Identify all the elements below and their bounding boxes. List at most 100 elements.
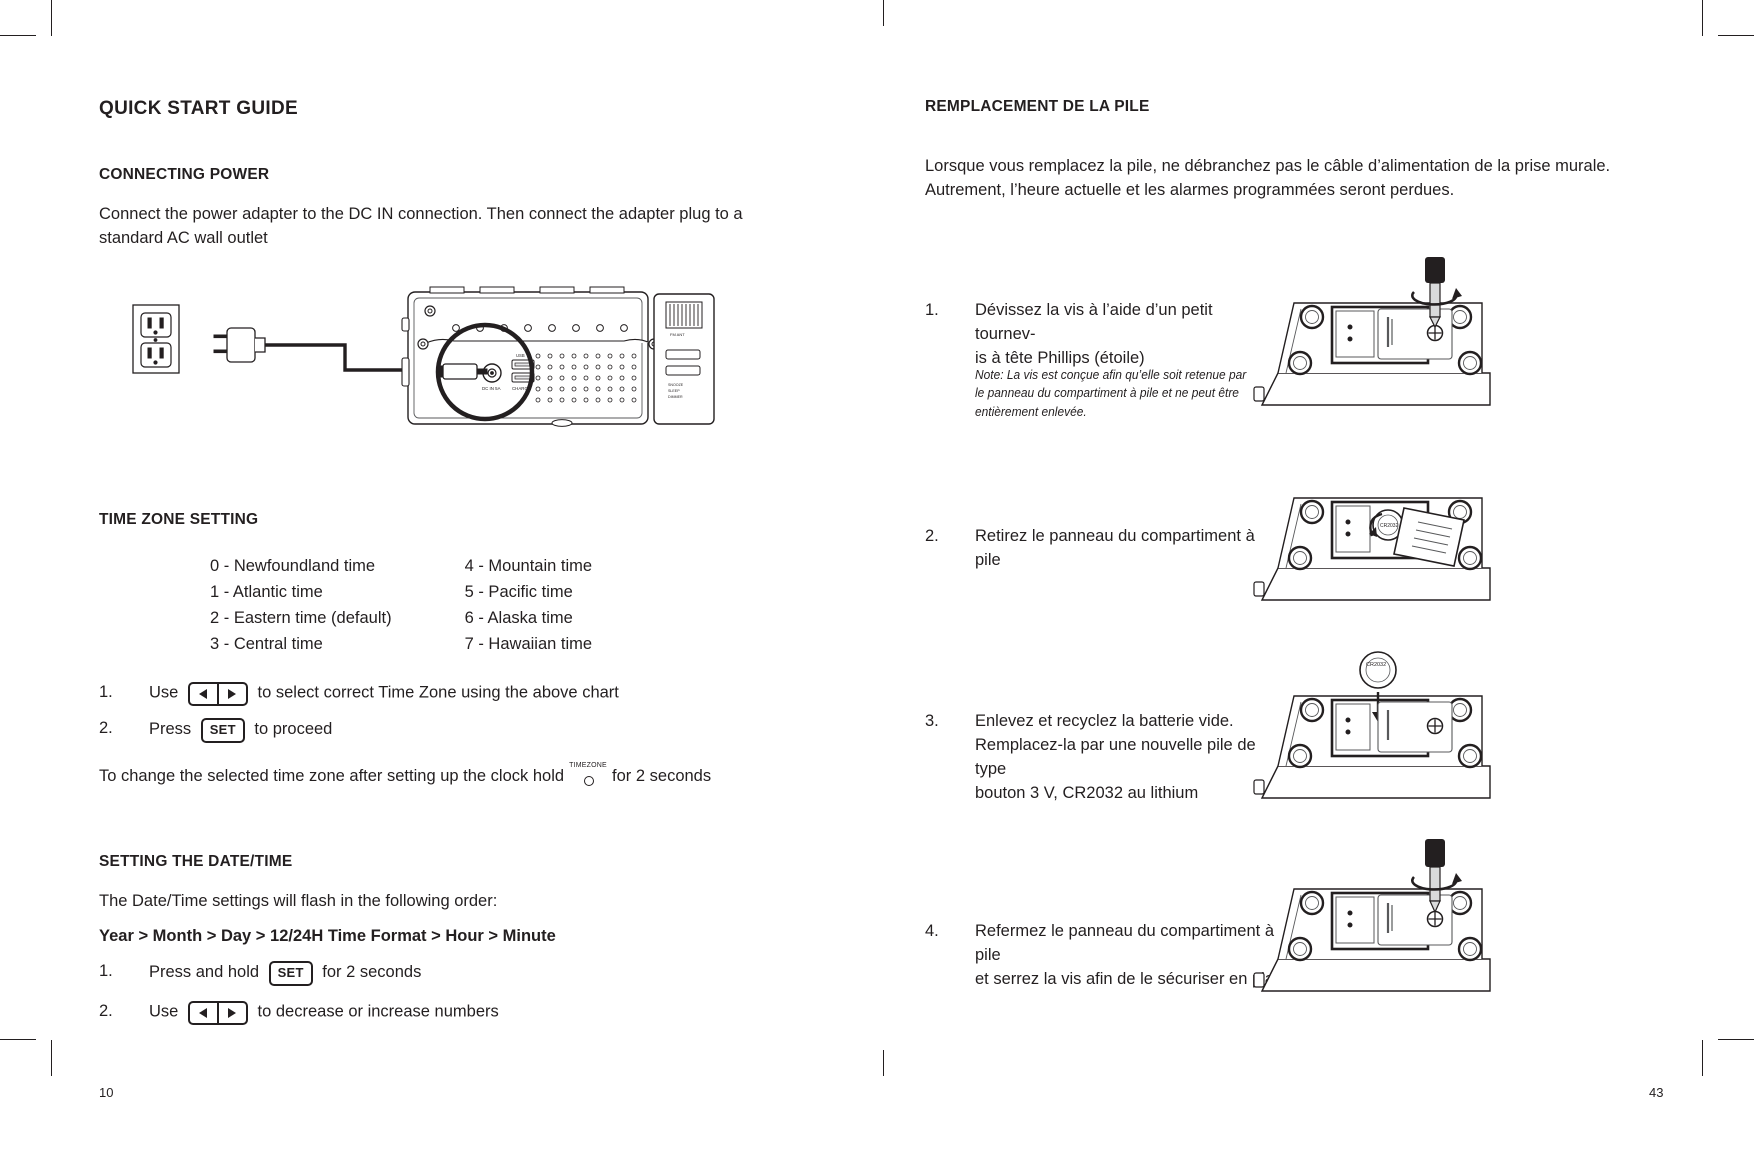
date-time-order: Year > Month > Day > 12/24H Time Format …	[99, 927, 556, 945]
step-text-line-3: bouton 3 V, CR2032 au lithium	[975, 783, 1199, 802]
time-zone-item: 7 - Hawaiian time	[464, 635, 593, 654]
time-zone-step-1: 1. Use to select correct Time Zone using…	[99, 681, 799, 706]
step-number: 1.	[99, 683, 113, 701]
timezone-button-glyph[interactable]: TIMEZONE	[566, 762, 610, 787]
svg-text:DC IN 5A: DC IN 5A	[482, 386, 501, 391]
set-button-glyph[interactable]: SET	[268, 961, 313, 986]
heading-time-zone-setting: TIME ZONE SETTING	[99, 511, 259, 528]
time-zone-column-2: 4 - Mountain time 5 - Pacific time 6 - A…	[465, 553, 592, 657]
power-connection-illustration: DC IN 5A CHARGE USB FM ANT SNOOZE SLEEP …	[130, 280, 740, 450]
time-zone-item: 0 - Newfoundland time	[210, 557, 376, 575]
svg-text:DIMMER: DIMMER	[668, 395, 683, 399]
step-text-line-2: Remplacez-la par une nouvelle pile de ty…	[975, 735, 1256, 778]
right-arrow-button[interactable]	[216, 1003, 246, 1023]
power-plug-icon	[213, 327, 266, 363]
step-number: 2.	[99, 719, 113, 737]
arrow-buttons-glyph[interactable]	[187, 1001, 248, 1025]
right-arrow-button[interactable]	[216, 684, 246, 704]
step-text-pre: Press	[149, 719, 192, 738]
step-text: Dévissez la vis à l’aide d’un petit tour…	[975, 299, 1275, 371]
step-text-line-2: is à tête Phillips (étoile)	[975, 348, 1145, 367]
svg-text:SLEEP: SLEEP	[668, 389, 680, 393]
heading-connecting-power: CONNECTING POWER	[99, 166, 270, 183]
time-zone-column-1: 0 - Newfoundland time 1 - Atlantic time …	[210, 553, 460, 657]
triangle-left-icon	[199, 1008, 208, 1018]
time-zone-item: 1 - Atlantic time	[210, 583, 323, 602]
battery-illustration-step-2: CR2032	[1232, 450, 1512, 615]
change-note-post: for 2 seconds	[612, 767, 712, 785]
svg-text:FM ANT: FM ANT	[670, 332, 685, 337]
triangle-right-icon	[228, 689, 237, 699]
step-text: Use to select correct Time Zone using th…	[149, 681, 619, 706]
step-text: Press SET to proceed	[149, 717, 333, 743]
step-text-post: to proceed	[254, 719, 333, 738]
step-text-line-1: Retirez le panneau du compartiment à pil…	[975, 527, 1255, 569]
note-line-3: entièrement enlevée.	[975, 403, 1087, 419]
note-line-1: Note: La vis est conçue afin qu’elle soi…	[975, 367, 1247, 382]
arrow-buttons-glyph[interactable]	[187, 682, 248, 706]
battery-step-2: 2. Retirez le panneau du compartiment à …	[925, 525, 1275, 573]
step-number: 2.	[925, 527, 939, 545]
battery-step-1: 1. Dévissez la vis à l’aide d’un petit t…	[925, 299, 1275, 371]
step-number: 3.	[925, 712, 939, 730]
step-text: Press and hold SET for 2 seconds	[149, 960, 422, 986]
time-zone-step-2: 2. Press SET to proceed	[99, 717, 799, 743]
manual-spread: QUICK START GUIDE CONNECTING POWER Conne…	[0, 0, 1754, 1176]
battery-step-3: 3. Enlevez et recyclez la batterie vide.…	[925, 710, 1285, 806]
time-zone-change-note: To change the selected time zone after s…	[99, 762, 819, 789]
time-zone-item: 2 - Eastern time (default)	[210, 609, 392, 628]
date-time-intro: The Date/Time settings will flash in the…	[99, 892, 498, 910]
time-zone-item: 6 - Alaska time	[464, 609, 573, 628]
step-text-line-1: Refermez le panneau du compartiment à pi…	[975, 922, 1274, 964]
step-number: 4.	[925, 922, 939, 940]
battery-step-1-note: Note: La vis est conçue afin qu’elle soi…	[975, 366, 1251, 421]
step-text-line-1: Dévissez la vis à l’aide d’un petit tour…	[975, 301, 1213, 343]
page-title-right: REMPLACEMENT DE LA PILE	[925, 98, 1150, 115]
connecting-power-body: Connect the power adapter to the DC IN c…	[99, 205, 743, 247]
date-time-step-2: 2. Use to decrease or increase numbers	[99, 1000, 799, 1025]
step-number: 2.	[99, 1002, 113, 1020]
step-text-pre: Use	[149, 683, 179, 702]
left-arrow-button[interactable]	[190, 1003, 217, 1023]
step-text-pre: Press and hold	[149, 962, 260, 981]
left-page: QUICK START GUIDE CONNECTING POWER Conne…	[0, 0, 877, 1176]
page-number-right: 43	[1649, 1085, 1664, 1100]
step-text-post: to decrease or increase numbers	[257, 1002, 499, 1021]
battery-intro: Lorsque vous remplacez la pile, ne débra…	[925, 157, 1611, 199]
svg-text:SNOOZE: SNOOZE	[668, 383, 684, 387]
time-zone-table: 0 - Newfoundland time 1 - Atlantic time …	[210, 553, 592, 657]
left-arrow-button[interactable]	[190, 684, 217, 704]
battery-illustration-step-3: CR2032	[1232, 648, 1512, 813]
timezone-button-label: TIMEZONE	[569, 761, 607, 769]
step-text-post: to select correct Time Zone using the ab…	[257, 683, 619, 702]
timezone-button-circle-icon	[584, 775, 595, 786]
battery-illustration-step-1	[1232, 255, 1512, 420]
step-text-pre: Use	[149, 1002, 179, 1021]
svg-text:USB: USB	[516, 353, 525, 358]
change-note-pre: To change the selected time zone after s…	[99, 767, 565, 785]
date-time-step-1: 1. Press and hold SET for 2 seconds	[99, 960, 799, 986]
triangle-right-icon	[228, 1008, 237, 1018]
time-zone-item: 3 - Central time	[210, 635, 323, 654]
page-title-left: QUICK START GUIDE	[99, 98, 298, 119]
svg-text:CR2032: CR2032	[1366, 662, 1386, 668]
step-text: Retirez le panneau du compartiment à pil…	[975, 525, 1275, 573]
right-page: REMPLACEMENT DE LA PILE Lorsque vous rem…	[877, 0, 1754, 1176]
page-number-left: 10	[99, 1085, 114, 1100]
coin-cell-battery: CR2032	[1359, 651, 1397, 689]
battery-illustration-step-4	[1232, 833, 1512, 1008]
triangle-left-icon	[199, 689, 208, 699]
step-text-line-1: Enlevez et recyclez la batterie vide.	[975, 712, 1234, 730]
heading-setting-date-time: SETTING THE DATE/TIME	[99, 853, 293, 870]
clock-side-module: FM ANT SNOOZE SLEEP DIMMER	[653, 293, 715, 425]
wall-outlet-icon	[132, 304, 180, 374]
step-text: Use to decrease or increase numbers	[149, 1000, 499, 1025]
time-zone-item: 5 - Pacific time	[464, 583, 573, 602]
svg-text:CR2032: CR2032	[1380, 523, 1399, 529]
step-number: 1.	[99, 962, 113, 980]
note-line-2: le panneau du compartiment à pile et ne …	[975, 385, 1239, 401]
step-number: 1.	[925, 301, 939, 319]
step-text-post: for 2 seconds	[322, 962, 422, 981]
time-zone-item: 4 - Mountain time	[464, 557, 593, 575]
set-button-glyph[interactable]: SET	[200, 718, 245, 743]
